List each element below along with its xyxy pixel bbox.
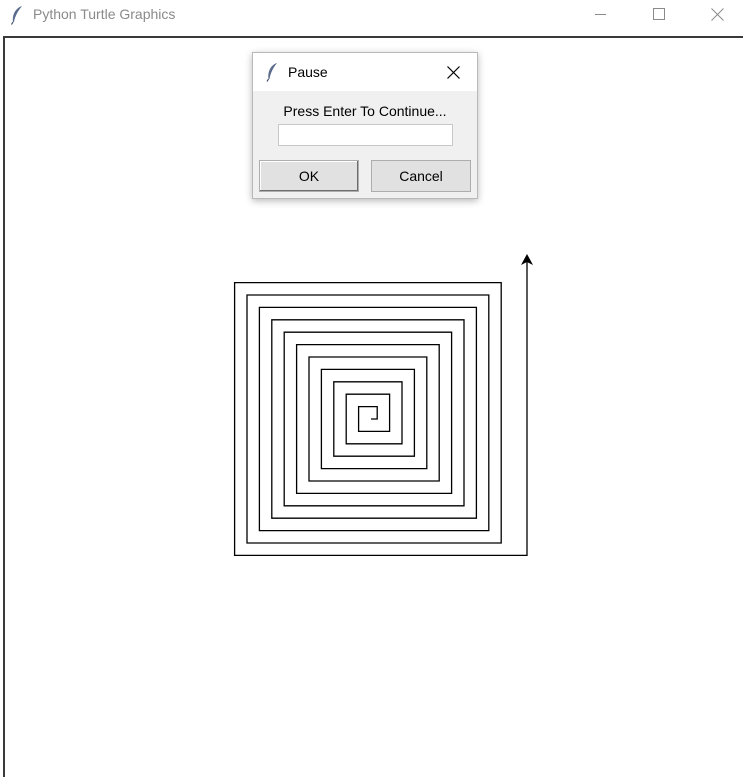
minimize-icon bbox=[595, 14, 606, 15]
minimize-button[interactable] bbox=[572, 0, 630, 28]
dialog-titlebar[interactable]: Pause bbox=[253, 53, 477, 91]
square-spiral-drawing bbox=[233, 258, 528, 557]
close-button[interactable] bbox=[688, 0, 743, 28]
window-titlebar[interactable]: Python Turtle Graphics bbox=[0, 0, 743, 30]
cancel-button[interactable]: Cancel bbox=[371, 160, 471, 192]
dialog-title: Pause bbox=[288, 64, 328, 80]
window-title: Python Turtle Graphics bbox=[33, 6, 176, 22]
maximize-button[interactable] bbox=[630, 0, 688, 28]
maximize-icon bbox=[653, 8, 665, 20]
turtle-window: Python Turtle Graphics Pause Press Enter… bbox=[0, 0, 743, 777]
pause-dialog: Pause Press Enter To Continue... OK Canc… bbox=[252, 52, 478, 199]
close-icon bbox=[446, 65, 460, 79]
close-icon bbox=[710, 7, 724, 21]
feather-icon bbox=[10, 5, 24, 25]
feather-icon bbox=[266, 62, 278, 82]
dialog-text-input[interactable] bbox=[278, 124, 453, 146]
ok-button[interactable]: OK bbox=[259, 160, 359, 192]
dialog-prompt-label: Press Enter To Continue... bbox=[283, 103, 447, 119]
dialog-close-button[interactable] bbox=[445, 64, 461, 80]
